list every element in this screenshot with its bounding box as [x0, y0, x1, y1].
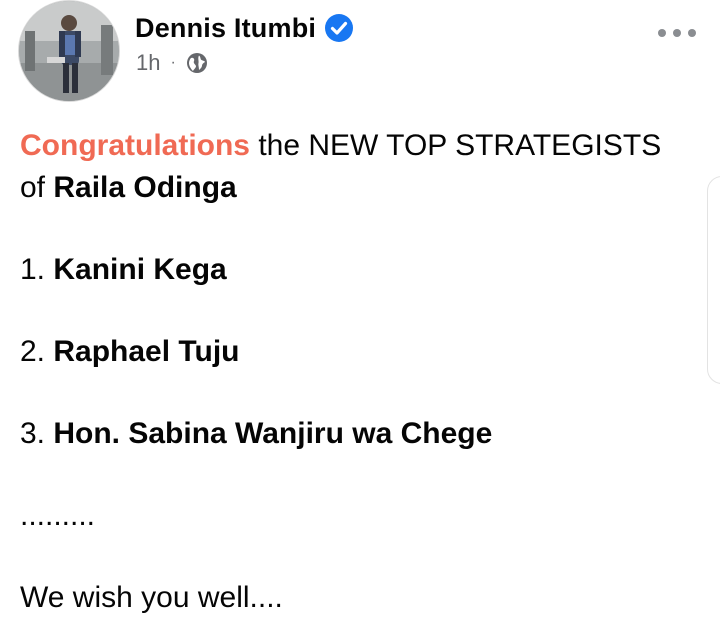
list-name: Raphael Tuju [53, 335, 240, 368]
post-line-1: Congratulations the NEW TOP STRATEGISTS [20, 125, 700, 167]
avatar[interactable] [18, 0, 120, 102]
globe-icon[interactable] [186, 52, 208, 74]
facebook-post: Dennis Itumbi 1h · Congratulations the N… [0, 0, 720, 615]
raila-name: Raila Odinga [53, 171, 237, 204]
post-line-2: of Raila Odinga [20, 167, 700, 209]
side-panel-edge [707, 176, 720, 384]
headline-text: the NEW TOP STRATEGISTS [250, 129, 662, 162]
closing-line: We wish you well.... [20, 581, 283, 614]
verified-badge-icon [324, 13, 354, 43]
congratulations-text: Congratulations [20, 129, 250, 162]
profile-photo [19, 1, 119, 101]
meta-separator: · [170, 54, 176, 71]
post-time[interactable]: 1h [136, 50, 160, 76]
list-item-1: 1. Kanini Kega [20, 249, 700, 291]
of-text: of [20, 171, 54, 204]
more-options-icon[interactable] [658, 26, 696, 40]
more-dot [673, 29, 681, 37]
more-dot [658, 29, 666, 37]
list-number: 2. [20, 335, 54, 368]
list-item-2: 2. Raphael Tuju [20, 331, 700, 373]
post-meta: 1h · [136, 48, 208, 78]
list-name: Kanini Kega [53, 253, 227, 286]
list-number: 1. [20, 253, 54, 286]
author-row: Dennis Itumbi [135, 10, 354, 46]
author-name[interactable]: Dennis Itumbi [135, 13, 316, 44]
list-item-3: 3. Hon. Sabina Wanjiru wa Chege [20, 413, 700, 455]
list-name: Hon. Sabina Wanjiru wa Chege [53, 417, 493, 450]
ellipsis-line: ......... [20, 499, 96, 532]
list-number: 3. [20, 417, 54, 450]
post-body: Congratulations the NEW TOP STRATEGISTS … [20, 125, 700, 619]
more-dot [688, 29, 696, 37]
